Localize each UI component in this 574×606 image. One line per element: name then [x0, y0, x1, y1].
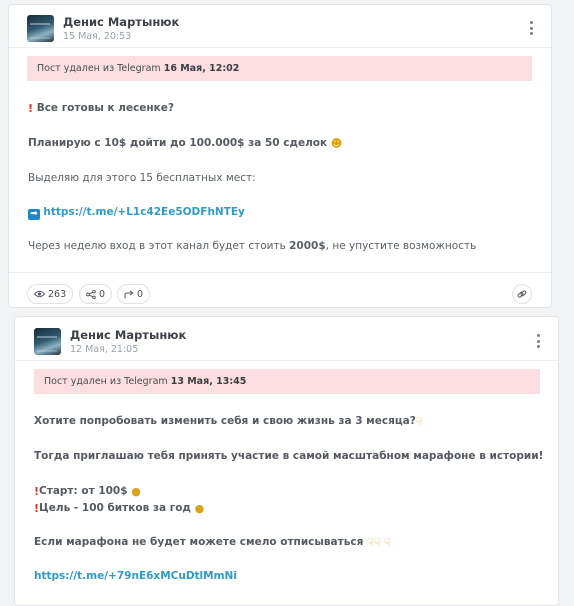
arrow-right-emoji-icon: ➡: [28, 209, 40, 220]
post-price: 2000$: [289, 240, 326, 252]
post-line: https://t.me/+79nE6xMCuDtlMmNi: [34, 570, 237, 582]
post-card: Денис Мартынюк 12 Мая, 21:05 Пост удален…: [14, 316, 559, 606]
post-line: Планирую с 10$ дойти до 100.000$ за 50 с…: [28, 137, 342, 150]
pointing-down-emoji-icon: ☟: [384, 536, 391, 549]
deleted-notice: Пост удален из Telegram 16 Мая, 12:02: [27, 56, 532, 81]
share-icon: [86, 289, 96, 299]
post-line-text: Хотите попробовать изменить себя и свою …: [34, 415, 416, 427]
divider: [9, 47, 551, 48]
avatar[interactable]: [34, 328, 61, 355]
post-line: Выделяю для этого 15 бесплатных мест:: [28, 172, 256, 184]
pointing-down-emoji-icon: ☟: [415, 415, 423, 428]
post-line-text: Планирую с 10$ дойти до 100.000$ за 50 с…: [28, 137, 328, 149]
forwards-count: 0: [137, 288, 144, 300]
author-name[interactable]: Денис Мартынюк: [70, 328, 186, 342]
deleted-notice-label: Пост удален из Telegram: [44, 376, 168, 387]
avatar[interactable]: [27, 15, 54, 42]
divider: [15, 360, 558, 361]
post-line: !Цель - 100 битков за год ●: [34, 502, 204, 515]
post-line-text: , не упустите возможность: [325, 240, 477, 252]
post-line: Через неделю вход в этот канал будет сто…: [28, 240, 476, 252]
post-line: Хотите попробовать изменить себя и свою …: [34, 415, 423, 428]
post-line-text: Старт: от 100$: [39, 485, 128, 497]
copy-link-button[interactable]: [512, 284, 532, 304]
post-line: ➡ https://t.me/+L1c42Ee5ODFhNTEy: [28, 206, 245, 220]
post-line-text: Цель - 100 битков за год: [39, 502, 191, 514]
deleted-notice: Пост удален из Telegram 13 Мая, 13:45: [34, 369, 540, 394]
deleted-notice-label: Пост удален из Telegram: [37, 63, 161, 74]
pointing-down-emoji-icon: ☟: [373, 536, 381, 549]
forward-icon: [124, 289, 134, 298]
exclamation-emoji-icon: !: [28, 102, 34, 115]
post-line: !Старт: от 100$ ●: [34, 485, 141, 498]
views-count: 263: [48, 288, 67, 300]
sunglasses-face-emoji-icon: ☻: [330, 137, 343, 150]
post-link[interactable]: https://t.me/+79nE6xMCuDtlMmNi: [34, 570, 237, 582]
shares-count: 0: [99, 288, 106, 300]
deleted-notice-date: 13 Мая, 13:45: [170, 376, 247, 387]
post-line: Если марафона не будет можете смело отпи…: [34, 536, 391, 549]
pointing-down-emoji-icon: ☟: [366, 536, 374, 549]
divider: [9, 272, 551, 273]
eye-icon: [34, 290, 45, 298]
money-bag-emoji-icon: ●: [194, 502, 205, 515]
more-vertical-icon[interactable]: [532, 333, 544, 349]
post-line-text: Если марафона не будет можете смело отпи…: [34, 536, 364, 548]
post-line-text: Через неделю вход в этот канал будет сто…: [28, 240, 290, 252]
post-line: ! Все готовы к лесенке?: [28, 102, 174, 115]
shares-counter[interactable]: 0: [79, 284, 113, 304]
forwards-counter[interactable]: 0: [117, 284, 151, 304]
link-icon: [517, 290, 527, 298]
deleted-notice-date: 16 Мая, 12:02: [163, 63, 240, 74]
more-vertical-icon[interactable]: [525, 20, 537, 36]
post-card: Денис Мартынюк 15 Мая, 20:53 Пост удален…: [8, 4, 552, 308]
post-date: 12 Мая, 21:05: [70, 344, 139, 355]
post-date: 15 Мая, 20:53: [63, 31, 132, 42]
post-line: Тогда приглашаю тебя принять участие в с…: [34, 450, 544, 462]
post-line-text: Все готовы к лесенке?: [36, 102, 175, 114]
post-link[interactable]: https://t.me/+L1c42Ee5ODFhNTEy: [43, 206, 245, 218]
author-name[interactable]: Денис Мартынюк: [63, 15, 179, 29]
money-bag-emoji-icon: ●: [131, 485, 141, 498]
views-counter[interactable]: 263: [27, 284, 74, 304]
